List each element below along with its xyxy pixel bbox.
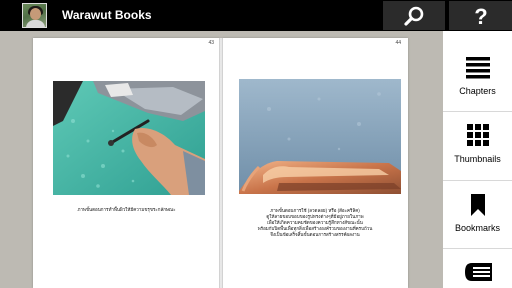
page-photo: [53, 81, 205, 195]
page-caption: ภาพขั้นตอนการใช้ (ลวดลอย) หรือ (สีอะคริล…: [232, 208, 398, 238]
page-caption: ภาพขั้นตอนการทำพื้นผิวให้มีความขรุขระกลั…: [77, 207, 176, 212]
photo-painting-texture: [53, 81, 205, 195]
avatar-body: [26, 20, 45, 27]
bookmarks-button[interactable]: Bookmarks: [443, 181, 512, 248]
bookmark-icon: [470, 194, 485, 216]
app-title: Warawut Books: [62, 8, 152, 22]
grid-icon: [466, 124, 489, 146]
bookmarks-label: Bookmarks: [454, 223, 500, 233]
thumbnails-button[interactable]: Thumbnails: [443, 112, 512, 179]
avatar-face: [30, 8, 41, 20]
page-photo: [239, 79, 401, 194]
list-icon: [465, 57, 490, 79]
book-icon: [464, 263, 492, 281]
chapters-button[interactable]: Chapters: [443, 31, 512, 102]
book-page-left[interactable]: 43 ภาพขั้นตอนการทำพื้นผิวให้มีความขรุขระ…: [33, 38, 220, 288]
user-avatar[interactable]: [22, 3, 47, 28]
book-gutter: [219, 38, 223, 288]
caption-line: จึงเป็นข้อเสร็จสิ้นขั้นตอนการสร้างสรรค์ผ…: [270, 232, 360, 237]
book-menu-button[interactable]: [443, 249, 512, 288]
page-number: 43: [208, 40, 214, 46]
svg-text:?: ?: [474, 5, 487, 27]
help-button[interactable]: ?: [449, 1, 512, 30]
help-icon: ?: [474, 5, 487, 27]
photo-metal-relief: [239, 79, 401, 194]
app-window: Warawut Books ? 43 ภาพขั้นตอนการทำพื้นผิ…: [0, 0, 512, 288]
header-bar: Warawut Books ?: [0, 0, 512, 31]
thumbnails-label: Thumbnails: [454, 154, 501, 164]
search-button[interactable]: [383, 1, 445, 30]
book-page-right[interactable]: 44 ภาพขั้นตอนการใช้ (ลวดลอย) หรือ (สีอะค…: [222, 38, 408, 288]
sidebar: Chapters Thumbnails Bookmarks: [443, 31, 512, 288]
page-number: 44: [395, 40, 401, 46]
chapters-label: Chapters: [459, 86, 496, 96]
search-icon: [404, 6, 424, 26]
